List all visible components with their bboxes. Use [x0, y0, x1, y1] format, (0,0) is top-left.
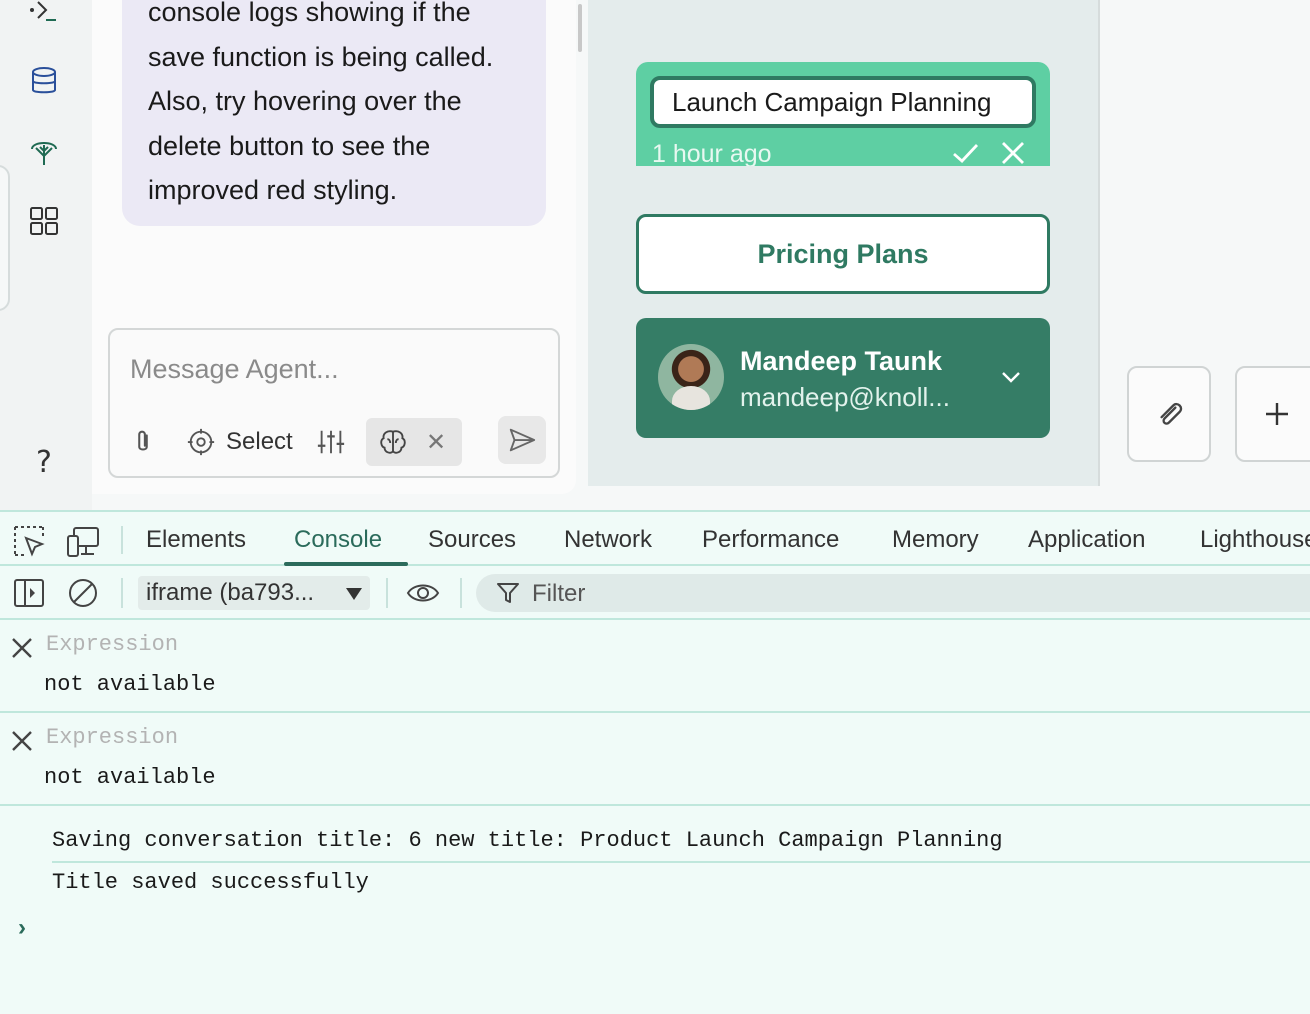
expression-input[interactable]: Expression [46, 725, 178, 750]
user-name: Mandeep Taunk [740, 346, 943, 376]
message-line: improved red styling. [148, 175, 398, 205]
model-chip[interactable]: ✕ [366, 418, 462, 466]
divider [386, 578, 388, 608]
tab-application[interactable]: Application [1028, 526, 1145, 554]
expression-input[interactable]: Expression [46, 632, 178, 657]
devtools-tab-bar: Elements Console Sources Network Perform… [0, 510, 1310, 566]
paperclip-icon [138, 430, 148, 451]
message-input[interactable]: Message Agent... [130, 354, 339, 385]
add-button[interactable] [1235, 366, 1310, 462]
divider [121, 526, 123, 554]
conversation-item-editing: 1 hour ago [636, 62, 1050, 166]
live-expression: Expression not available [0, 713, 1310, 806]
avatar [658, 344, 724, 410]
console-log-line: Saving conversation title: 6 new title: … [52, 828, 1003, 853]
message-line: console logs showing if the [148, 0, 471, 27]
conversation-item[interactable]: Pricing Plans [636, 214, 1050, 294]
devtools-panel: Elements Console Sources Network Perform… [0, 510, 1310, 1014]
paperclip-icon [1160, 402, 1183, 425]
dropdown-arrow-icon [346, 588, 362, 600]
chip-close-icon[interactable]: ✕ [426, 428, 446, 457]
icon-rail: ? [0, 0, 92, 510]
select-label: Select [226, 428, 293, 455]
agent-message-bubble: console logs showing if the save functio… [122, 0, 546, 226]
select-element-button[interactable]: Select [186, 418, 293, 466]
clear-console-icon[interactable] [66, 576, 100, 610]
divider [121, 578, 123, 608]
filter-icon [497, 583, 519, 603]
send-button[interactable] [498, 416, 546, 464]
attach-button[interactable] [128, 418, 158, 466]
message-line: delete button to see the [148, 130, 431, 161]
console-log-line: Title saved successfully [52, 870, 369, 895]
panel-divider [1098, 0, 1100, 486]
context-select-value: iframe (ba793... [146, 579, 315, 606]
tab-elements[interactable]: Elements [146, 526, 246, 554]
remove-expression-icon[interactable] [10, 636, 34, 660]
conversation-timestamp: 1 hour ago [652, 140, 772, 166]
sidebar-toggle-icon[interactable] [12, 576, 46, 610]
tab-console[interactable]: Console [294, 526, 382, 554]
tab-performance[interactable]: Performance [702, 526, 839, 554]
device-toolbar-icon[interactable] [66, 524, 100, 558]
console-toolbar: iframe (ba793... Filter [0, 566, 1310, 620]
message-line: Also, try hovering over the [148, 86, 462, 116]
grid-icon[interactable] [26, 203, 62, 239]
eye-icon[interactable] [406, 576, 440, 610]
expression-value: not available [44, 765, 216, 790]
settings-sliders-button[interactable] [316, 418, 346, 466]
terminal-icon[interactable] [26, 0, 62, 28]
sliders-icon [317, 430, 345, 454]
send-icon [509, 428, 536, 452]
live-expression: Expression not available [0, 620, 1310, 713]
remove-expression-icon[interactable] [10, 729, 34, 753]
cancel-close-icon[interactable] [1000, 140, 1026, 166]
filter-placeholder: Filter [532, 580, 586, 607]
tab-network[interactable]: Network [564, 526, 652, 554]
user-email: mandeep@knoll... [740, 382, 950, 412]
inspect-element-icon[interactable] [12, 524, 46, 558]
expression-value: not available [44, 672, 216, 697]
message-line: save function is being called. [148, 41, 494, 72]
database-icon[interactable] [26, 63, 62, 99]
tree-icon[interactable] [26, 133, 62, 169]
brain-icon [380, 430, 406, 454]
tab-lighthouse[interactable]: Lighthouse [1200, 526, 1310, 554]
confirm-check-icon[interactable] [950, 138, 980, 166]
divider [460, 578, 462, 608]
user-account-card[interactable]: Mandeep Taunk mandeep@knoll... [636, 318, 1050, 438]
chat-scrollbar[interactable] [578, 4, 582, 52]
tab-sources[interactable]: Sources [428, 526, 516, 554]
panel-handle[interactable] [0, 165, 10, 311]
chevron-down-icon[interactable] [998, 364, 1024, 390]
help-icon[interactable]: ? [26, 444, 62, 480]
plus-icon [1266, 403, 1288, 425]
app-area: ? console logs showing if the save funct… [0, 0, 1310, 510]
log-separator [52, 861, 1310, 863]
tab-memory[interactable]: Memory [892, 526, 979, 554]
crosshair-icon [187, 428, 215, 456]
conversation-title-input[interactable] [650, 76, 1036, 128]
attach-file-button[interactable] [1127, 366, 1211, 462]
filter-input[interactable]: Filter [476, 574, 1310, 612]
context-select[interactable]: iframe (ba793... [138, 576, 370, 610]
message-composer[interactable]: Message Agent... Select ✕ [108, 328, 560, 478]
console-prompt[interactable]: › [18, 914, 26, 942]
